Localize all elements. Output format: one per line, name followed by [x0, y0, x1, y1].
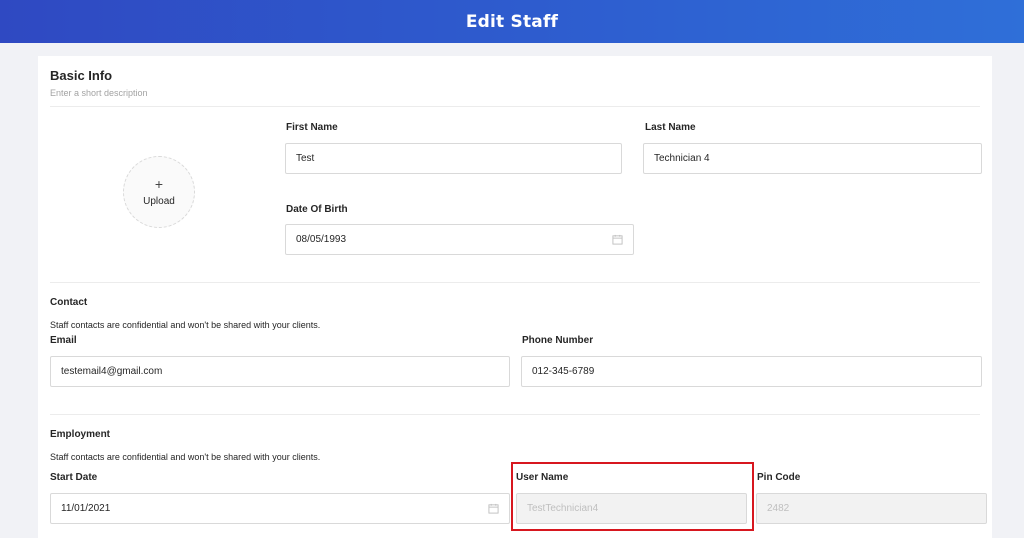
email-label: Email	[50, 335, 77, 346]
calendar-icon[interactable]	[488, 503, 499, 514]
first-name-label: First Name	[286, 122, 338, 133]
contact-note: Staff contacts are confidential and won'…	[50, 320, 321, 330]
page-title: Edit Staff	[465, 11, 559, 32]
email-input[interactable]: testemail4@gmail.com	[50, 356, 510, 387]
basic-info-subtitle: Enter a short description	[50, 88, 148, 98]
email-value: testemail4@gmail.com	[61, 366, 163, 377]
first-name-input[interactable]: Test	[285, 143, 622, 174]
page-header: Edit Staff	[0, 0, 1024, 43]
calendar-icon[interactable]	[612, 234, 623, 245]
edit-staff-form: Basic Info Enter a short description + U…	[38, 56, 992, 538]
phone-input[interactable]: 012-345-6789	[521, 356, 982, 387]
last-name-label: Last Name	[645, 122, 696, 133]
phone-value: 012-345-6789	[532, 366, 595, 377]
dob-value: 08/05/1993	[296, 234, 347, 245]
last-name-value: Technician 4	[654, 153, 710, 164]
divider	[50, 106, 980, 107]
basic-info-title: Basic Info	[50, 68, 113, 83]
employment-title: Employment	[50, 429, 111, 440]
plus-icon: +	[154, 176, 164, 192]
divider	[50, 282, 980, 283]
start-date-label: Start Date	[50, 472, 98, 483]
contact-title: Contact	[50, 297, 88, 308]
employment-note: Staff contacts are confidential and won'…	[50, 452, 321, 462]
avatar-upload-button[interactable]: + Upload	[123, 156, 195, 228]
first-name-value: Test	[296, 153, 315, 164]
dob-date-picker[interactable]: 08/05/1993	[285, 224, 634, 255]
pin-code-label: Pin Code	[757, 472, 801, 483]
divider	[50, 414, 980, 415]
pin-code-value: 2482	[767, 503, 790, 514]
phone-label: Phone Number	[522, 335, 594, 346]
start-date-picker[interactable]: 11/01/2021	[50, 493, 510, 524]
highlight-box	[511, 462, 754, 531]
upload-label: Upload	[143, 196, 175, 207]
pin-code-input[interactable]: 2482	[756, 493, 987, 524]
dob-label: Date Of Birth	[286, 204, 348, 215]
last-name-input[interactable]: Technician 4	[643, 143, 982, 174]
start-date-value: 11/01/2021	[61, 503, 111, 514]
